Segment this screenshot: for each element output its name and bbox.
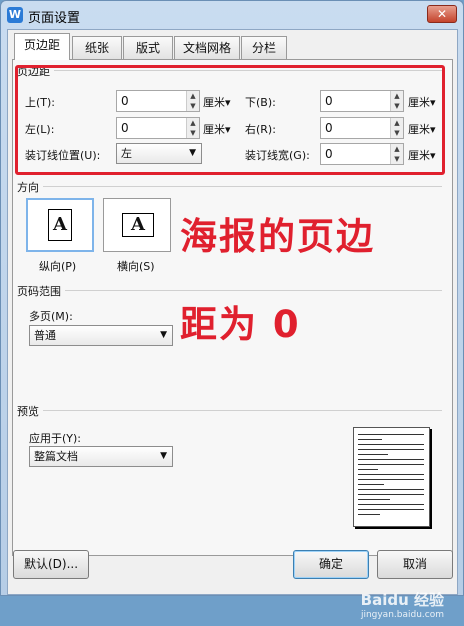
multi-page-label: 多页(M): [29,310,73,323]
landscape-paper-icon: A [122,213,154,237]
default-button[interactable]: 默认(D)... [13,550,89,579]
preview-text-line [358,474,424,475]
highlight-box [15,65,445,175]
preview-text-line [358,444,424,445]
multi-page-select[interactable]: 普通 ▼ [29,325,173,346]
preview-text-line [358,459,424,460]
preview-text-line [358,494,424,495]
preview-text-line [358,489,424,490]
preview-text-line [358,514,380,515]
portrait-label[interactable]: 纵向(P) [39,258,76,274]
preview-group-label: 预览 [17,403,43,419]
portrait-paper-icon: A [48,209,72,241]
dialog-client: 页边距 纸张 版式 文档网格 分栏 页边距 上(T): 0 ▲ ▼ 厘米▾ 下(B… [7,29,458,595]
tab-margins[interactable]: 页边距 [14,33,70,60]
margins-panel: 页边距 上(T): 0 ▲ ▼ 厘米▾ 下(B): 0 ▲ ▼ 厘米▾ 左(L): … [12,59,453,556]
cancel-button[interactable]: 取消 [377,550,453,579]
preview-text-line [358,479,424,480]
preview-text-line [358,499,390,500]
title-bar: W 页面设置 ✕ [1,1,463,29]
tab-layout[interactable]: 版式 [123,36,173,59]
dialog-title: 页面设置 [28,11,81,26]
page-range-group-line [17,290,442,291]
dropdown-arrow-icon: ▼ [160,451,167,461]
wps-app-icon: W [7,7,23,23]
tab-paper[interactable]: 纸张 [72,36,122,59]
preview-text-line [358,484,384,485]
preview-text-line [358,439,382,440]
orientation-group-label: 方向 [17,179,43,195]
ok-button[interactable]: 确定 [293,550,369,579]
page-setup-dialog: W 页面设置 ✕ 页边距 纸张 版式 文档网格 分栏 页边距 上(T): 0 ▲… [0,0,464,596]
watermark-brand: Baidu 经验 [360,591,444,609]
portrait-option[interactable]: A [26,198,94,252]
apply-to-select[interactable]: 整篇文档 ▼ [29,446,173,467]
preview-page-thumbnail [353,427,430,527]
tab-columns[interactable]: 分栏 [241,36,287,59]
preview-text-line [358,464,424,465]
page-range-group-label: 页码范围 [17,283,65,299]
multi-page-value: 普通 [34,329,56,342]
preview-text-line [358,454,388,455]
preview-text-line [358,504,424,505]
baidu-watermark: Baidu 经验 jingyan.baidu.com [361,589,444,620]
annotation-line-2: 距为 0 [180,303,301,346]
preview-text-line [358,509,424,510]
landscape-label[interactable]: 横向(S) [117,258,155,274]
close-button[interactable]: ✕ [427,5,457,23]
preview-text-line [358,449,424,450]
preview-text-line [358,469,378,470]
preview-text-line [358,434,424,435]
watermark-url: jingyan.baidu.com [360,610,444,620]
orientation-group-line [17,186,442,187]
apply-to-value: 整篇文档 [34,450,78,463]
preview-group-line [17,410,442,411]
landscape-option[interactable]: A [103,198,171,252]
annotation-line-1: 海报的页边 [180,215,375,258]
apply-to-label: 应用于(Y): [29,432,82,445]
tab-doc-grid[interactable]: 文档网格 [174,36,240,59]
dropdown-arrow-icon: ▼ [160,330,167,340]
